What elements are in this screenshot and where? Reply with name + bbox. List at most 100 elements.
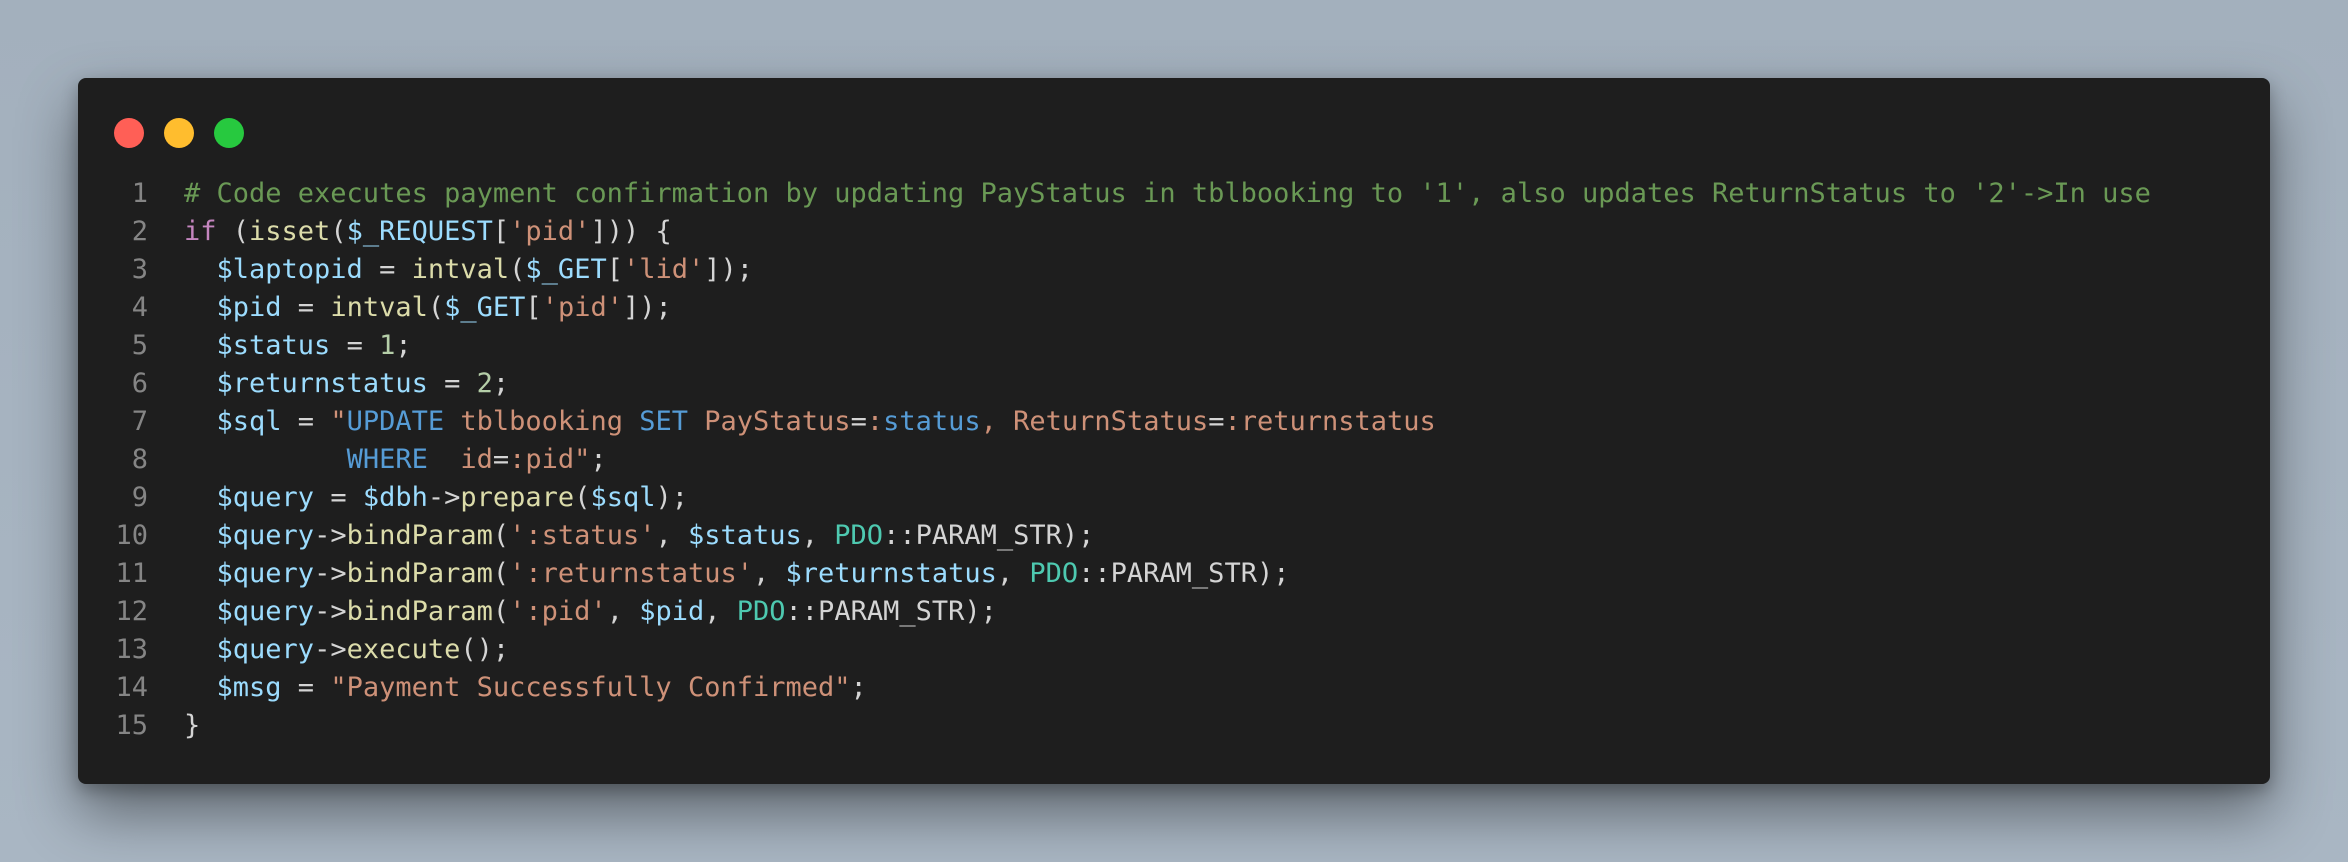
- code-token: ->: [314, 596, 347, 627]
- code-token: ;: [850, 672, 867, 703]
- code-token: intval: [411, 254, 510, 285]
- code-token: $status: [216, 330, 331, 361]
- code-token: $_GET: [444, 292, 526, 323]
- code-token: =: [850, 406, 867, 437]
- line-number: 12: [115, 596, 148, 627]
- code-token: intval: [330, 292, 428, 323]
- code-token: ,: [801, 520, 835, 551]
- code-token: $pid: [639, 596, 705, 627]
- code-token: (: [330, 216, 347, 247]
- code-token: }: [184, 710, 201, 741]
- code-token: $query: [216, 596, 315, 627]
- code-line: 9 $query = $dbh->prepare($sql);: [78, 479, 2270, 517]
- code-token: PDO: [736, 596, 786, 627]
- code-token: ':returnstatus': [509, 558, 753, 589]
- code-token: tblbooking: [444, 406, 640, 437]
- minimize-button[interactable]: [164, 118, 194, 148]
- code-line: 13 $query->execute();: [78, 631, 2270, 669]
- code-token: ->: [314, 558, 347, 589]
- code-token: :pid": [509, 444, 591, 475]
- code-token: $pid: [216, 292, 282, 323]
- code-line: 11 $query->bindParam(':returnstatus', $r…: [78, 555, 2270, 593]
- code-token: ,: [704, 596, 737, 627]
- code-token: 'pid': [541, 292, 623, 323]
- code-token: $_GET: [525, 254, 607, 285]
- code-token: (: [427, 292, 445, 323]
- code-token: WHERE: [346, 444, 428, 475]
- code-token: prepare: [460, 482, 575, 513]
- code-token: $query: [216, 482, 315, 513]
- code-token: id: [427, 444, 493, 475]
- code-token: ,: [753, 558, 786, 589]
- code-token: [: [606, 254, 623, 285]
- code-text: # Code executes payment confirmation by …: [148, 175, 2151, 213]
- code-token: ':pid': [509, 596, 607, 627]
- code-token: SET: [639, 406, 688, 437]
- line-number: 5: [131, 330, 148, 361]
- code-token: bindParam: [346, 596, 493, 627]
- code-token: [: [492, 216, 510, 247]
- code-token: $query: [216, 558, 315, 589]
- code-line: 8 WHERE id=:pid";: [78, 441, 2270, 479]
- code-token: ;: [590, 444, 607, 475]
- code-text: }: [148, 707, 200, 745]
- code-token: ->: [314, 634, 347, 665]
- code-token: =: [281, 292, 331, 323]
- close-button[interactable]: [114, 118, 144, 148]
- code-token: (: [574, 482, 591, 513]
- code-line: 15}: [78, 707, 2270, 745]
- code-token: ,: [606, 596, 640, 627]
- code-token: (: [509, 254, 526, 285]
- code-token: status: [883, 406, 981, 437]
- code-token: ])) {: [590, 216, 672, 247]
- code-line: 4 $pid = intval($_GET['pid']);: [78, 289, 2270, 327]
- maximize-button[interactable]: [214, 118, 244, 148]
- code-token: (: [492, 520, 510, 551]
- code-token: ;: [395, 330, 412, 361]
- code-text: WHERE id=:pid";: [148, 441, 607, 479]
- code-token: =: [1208, 406, 1225, 437]
- code-token: $sql: [216, 406, 282, 437]
- code-token: $dbh: [362, 482, 428, 513]
- code-token: $returnstatus: [785, 558, 997, 589]
- code-token: $sql: [590, 482, 656, 513]
- code-line: 2 if (isset($_REQUEST['pid'])) {: [78, 213, 2270, 251]
- code-token: bindParam: [346, 558, 493, 589]
- code-token: ": [330, 406, 347, 437]
- code-token: $query: [216, 634, 315, 665]
- code-text: $msg = "Payment Successfully Confirmed";: [148, 669, 867, 707]
- code-line: 14 $msg = "Payment Successfully Confirme…: [78, 669, 2270, 707]
- code-token: =: [427, 368, 477, 399]
- code-token: =: [362, 254, 412, 285]
- code-token: $query: [216, 520, 315, 551]
- code-text: $query->bindParam(':pid', $pid, PDO::PAR…: [148, 593, 997, 631]
- code-token: =: [314, 482, 363, 513]
- code-token: $returnstatus: [216, 368, 428, 399]
- line-number: 4: [131, 292, 148, 323]
- code-token: 1: [379, 330, 396, 361]
- code-token: =: [330, 330, 380, 361]
- code-token: =: [281, 406, 331, 437]
- code-token: PDO: [834, 520, 884, 551]
- code-line: 7 $sql = "UPDATE tblbooking SET PayStatu…: [78, 403, 2270, 441]
- code-token: # Code executes payment confirmation by …: [184, 178, 2151, 209]
- line-number: 8: [131, 444, 148, 475]
- code-token: =: [281, 672, 331, 703]
- code-token: isset: [249, 216, 331, 247]
- code-text: $query->bindParam(':returnstatus', $retu…: [148, 555, 1290, 593]
- code-token: ::PARAM_STR);: [785, 596, 997, 627]
- line-number: 15: [115, 710, 148, 741]
- line-number: 11: [115, 558, 148, 589]
- code-token: execute: [346, 634, 461, 665]
- code-token: (: [492, 558, 510, 589]
- line-number: 9: [131, 482, 148, 513]
- line-number: 10: [115, 520, 148, 551]
- code-token: ();: [460, 634, 510, 665]
